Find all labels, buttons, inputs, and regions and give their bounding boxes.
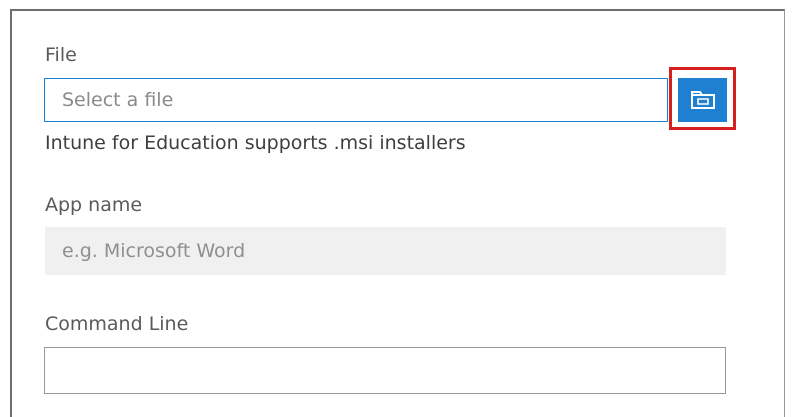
folder-icon [690,91,715,109]
app-name-label: App name [45,194,143,216]
command-line-input[interactable] [44,347,726,394]
file-help-text: Intune for Education supports .msi insta… [45,132,466,154]
app-name-placeholder: e.g. Microsoft Word [62,240,246,262]
command-line-label: Command Line [45,313,189,335]
file-input[interactable]: Select a file [44,78,668,122]
browse-file-button[interactable] [678,78,727,122]
file-label: File [45,44,77,66]
file-input-placeholder: Select a file [62,89,174,111]
app-name-input[interactable]: e.g. Microsoft Word [45,227,726,275]
